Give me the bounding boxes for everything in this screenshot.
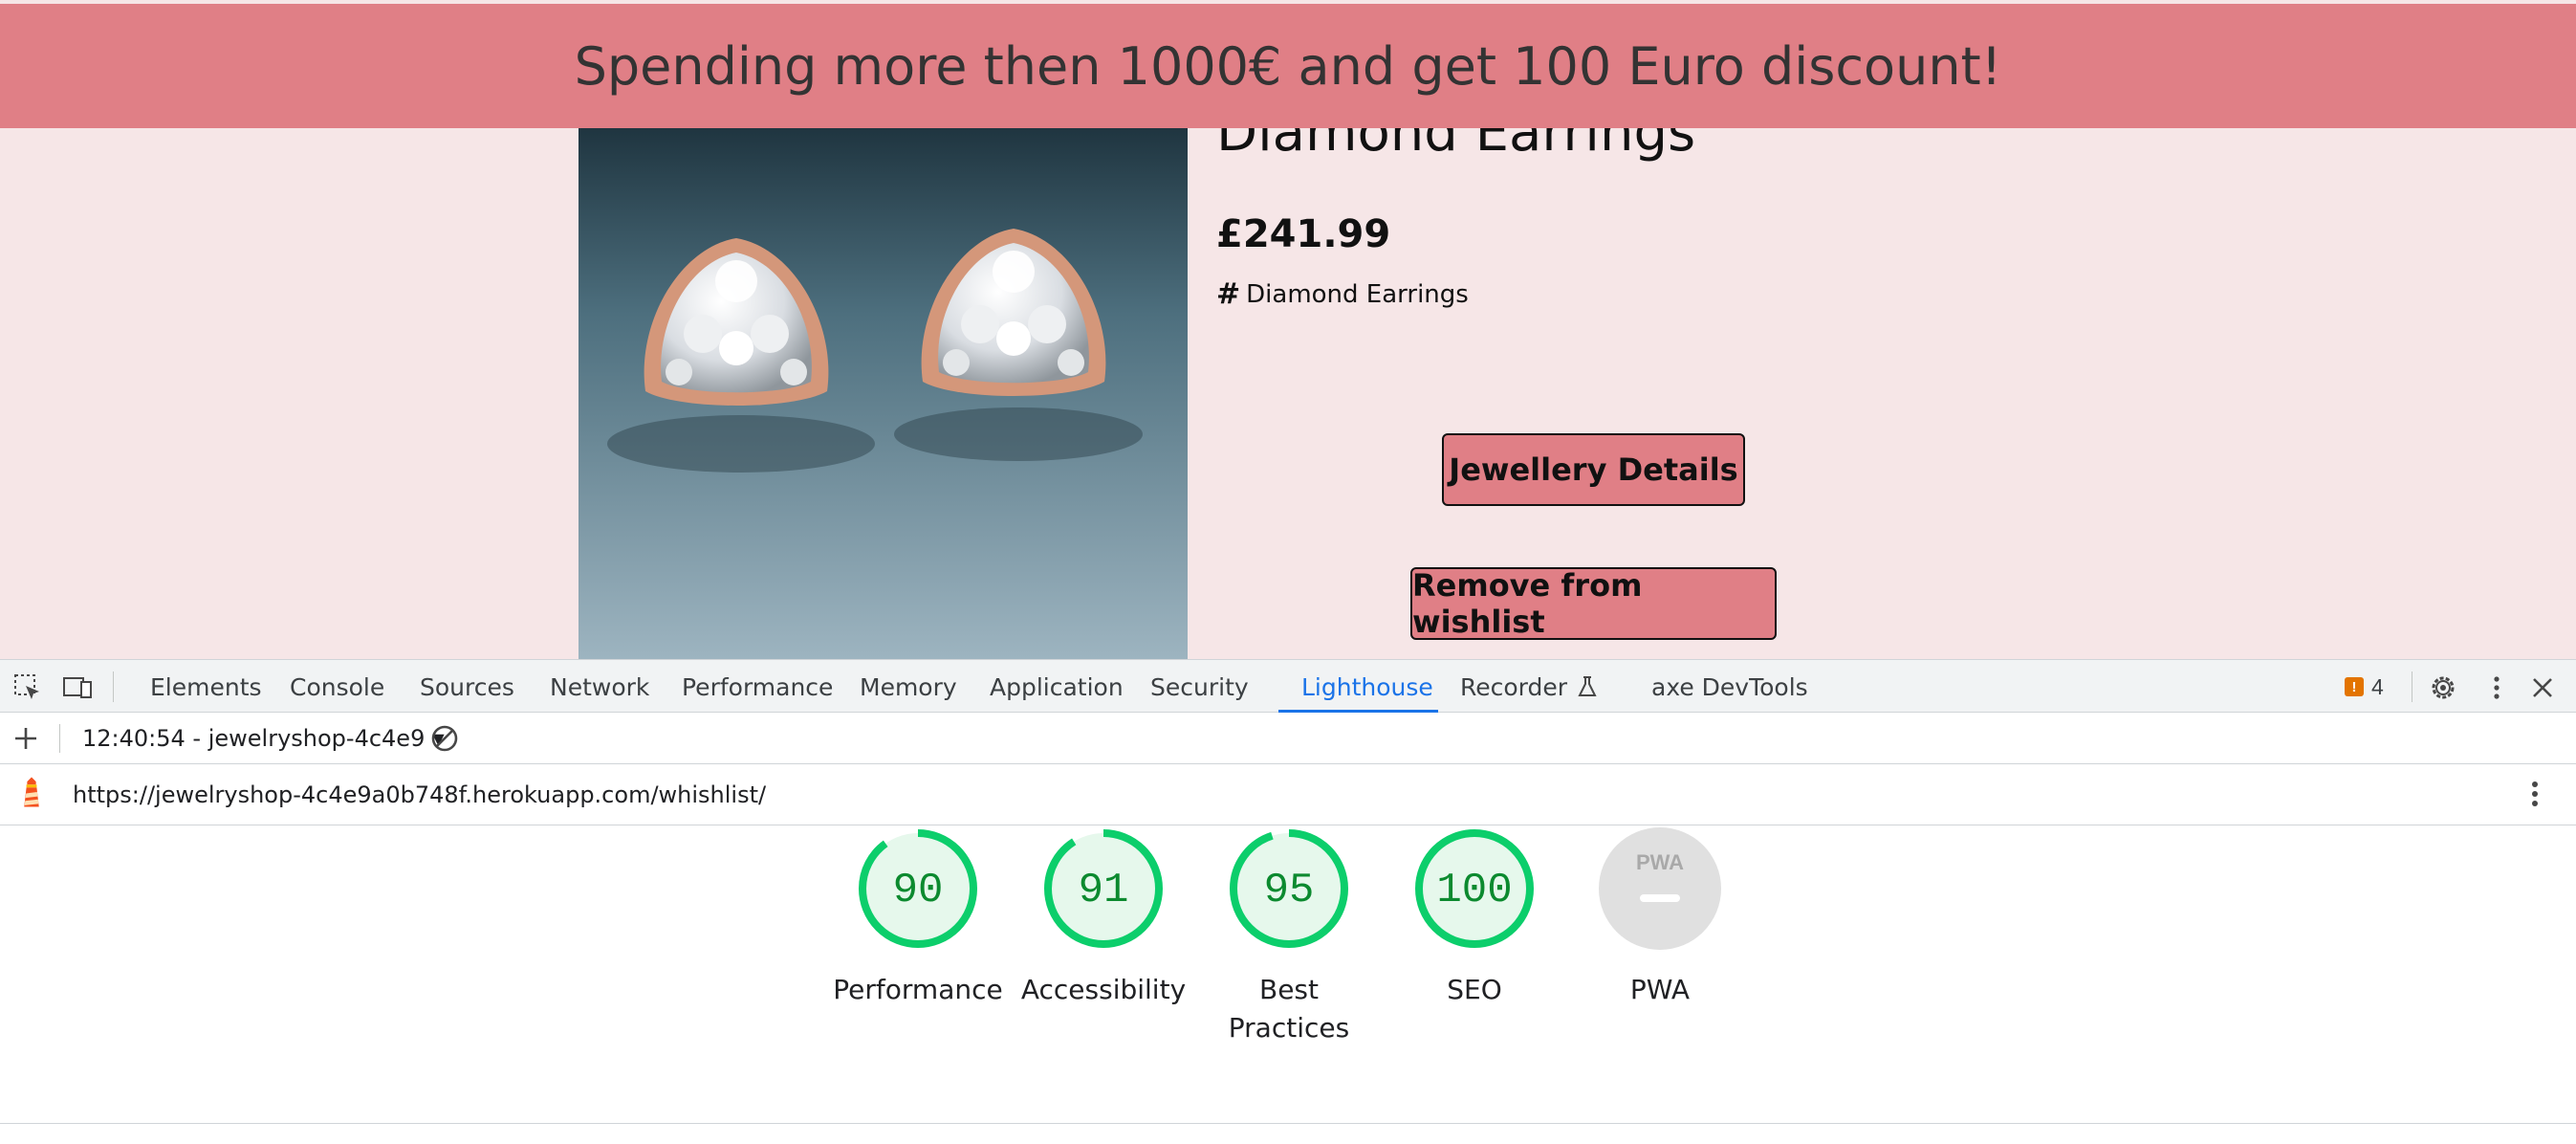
tab-console[interactable]: Console xyxy=(290,660,384,714)
score-ring: 90 xyxy=(859,829,977,948)
gauge-label: Best Practices xyxy=(1193,971,1385,1047)
tab-security[interactable]: Security xyxy=(1150,660,1249,714)
tab-recorder-label: Recorder xyxy=(1460,672,1568,701)
gauge-best-practices[interactable]: 95 Best Practices xyxy=(1193,825,1385,1047)
issues-count: 4 xyxy=(2371,673,2384,699)
gauge-label: PWA xyxy=(1629,974,1691,1005)
jewellery-details-button[interactable]: Jewellery Details xyxy=(1442,433,1745,506)
device-toolbar-icon[interactable] xyxy=(61,671,94,704)
score-ring: 100 xyxy=(1415,829,1534,948)
report-selector-label: 12:40:54 - jewelryshop-4c4e9 xyxy=(82,725,426,752)
settings-gear-icon[interactable] xyxy=(2427,671,2459,704)
hashtag-icon: # xyxy=(1216,277,1241,311)
issues-icon: ! xyxy=(2345,677,2364,696)
devtools-panel: Elements Console Sources Network Perform… xyxy=(0,659,2576,1144)
promo-text: Spending more then 1000€ and get 100 Eur… xyxy=(574,35,2002,97)
score-value: 90 xyxy=(893,867,944,914)
score-ring: 95 xyxy=(1230,829,1348,948)
new-report-plus-icon[interactable] xyxy=(10,722,42,755)
report-url-bar: https://jewelryshop-4c4e9a0b748f.herokua… xyxy=(0,764,2576,825)
divider xyxy=(0,1123,2576,1124)
lighthouse-logo-icon xyxy=(24,777,39,807)
issues-counter[interactable]: ! 4 xyxy=(2345,660,2384,714)
inspect-element-icon[interactable] xyxy=(11,671,44,704)
flask-icon xyxy=(1578,676,1597,696)
report-menu-icon[interactable] xyxy=(2519,778,2551,810)
gauge-performance[interactable]: 90 Performance xyxy=(822,825,1014,1009)
gauge-seo[interactable]: 100 SEO xyxy=(1379,825,1570,1009)
remove-from-wishlist-button[interactable]: Remove from wishlist xyxy=(1410,567,1777,640)
earrings-photo xyxy=(579,128,1188,659)
tab-lighthouse[interactable]: Lighthouse xyxy=(1301,660,1433,714)
lighthouse-toolbar: 12:40:54 - jewelryshop-4c4e9 ▼ xyxy=(0,713,2576,764)
report-url: https://jewelryshop-4c4e9a0b748f.herokua… xyxy=(73,781,767,808)
gauge-label-line1: Best xyxy=(1258,974,1319,1005)
clear-reports-icon[interactable] xyxy=(428,722,461,755)
gauge-pwa[interactable]: PWA PWA xyxy=(1564,825,1756,1009)
tab-application[interactable]: Application xyxy=(990,660,1124,714)
gauge-accessibility[interactable]: 91 Accessibility xyxy=(1008,825,1199,1009)
gauge-label: SEO xyxy=(1447,974,1502,1005)
score-value: 91 xyxy=(1079,867,1129,914)
product-tag-label: Diamond Earrings xyxy=(1246,279,1469,309)
product-tag: # Diamond Earrings xyxy=(1216,277,1469,311)
pwa-badge-icon: PWA xyxy=(1599,827,1721,950)
tab-elements[interactable]: Elements xyxy=(150,660,262,714)
tab-performance[interactable]: Performance xyxy=(682,660,833,714)
gauge-label: Performance xyxy=(833,974,1003,1005)
product-image[interactable] xyxy=(579,128,1188,659)
web-page: Diamond Earrings £241.99 # Diamond Earri… xyxy=(0,0,2576,659)
score-value: 95 xyxy=(1264,867,1315,914)
score-gauges: 90 Performance 91 Accessibility 95 Best … xyxy=(0,825,2576,1132)
close-icon[interactable] xyxy=(2526,671,2559,704)
score-value: 100 xyxy=(1436,867,1512,914)
tab-recorder[interactable]: Recorder xyxy=(1460,660,1600,714)
score-ring: 91 xyxy=(1044,829,1163,948)
pwa-badge-text: PWA xyxy=(1636,850,1684,874)
gauge-label-line2: Practices xyxy=(1228,1012,1350,1044)
tab-memory[interactable]: Memory xyxy=(860,660,957,714)
gauge-label: Accessibility xyxy=(1020,974,1187,1005)
tab-network[interactable]: Network xyxy=(550,660,649,714)
product-price: £241.99 xyxy=(1216,212,1391,256)
promo-banner: Spending more then 1000€ and get 100 Eur… xyxy=(0,4,2576,128)
tab-axe-devtools[interactable]: axe DevTools xyxy=(1651,660,1808,714)
devtools-tabbar: Elements Console Sources Network Perform… xyxy=(0,659,2576,714)
report-selector[interactable]: 12:40:54 - jewelryshop-4c4e9 ▼ xyxy=(82,713,445,764)
tab-sources[interactable]: Sources xyxy=(420,660,514,714)
more-options-icon[interactable] xyxy=(2480,671,2513,704)
